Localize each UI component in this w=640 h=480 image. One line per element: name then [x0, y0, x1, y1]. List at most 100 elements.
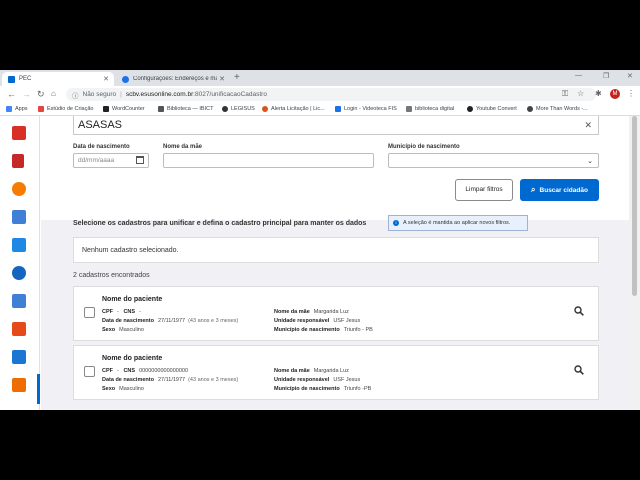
- bookmark-legisus[interactable]: LEGISUS: [222, 106, 255, 112]
- bookmark-icon: [467, 106, 473, 112]
- key-icon[interactable]: ⚿: [562, 89, 568, 99]
- info-text: A seleção é mantida ao aplicar novos fil…: [403, 220, 511, 226]
- mother-name-field[interactable]: [163, 153, 374, 168]
- selected-records-box: Nenhum cadastro selecionado.: [73, 237, 599, 263]
- menu-icon[interactable]: ⋮: [627, 89, 635, 98]
- search-icon: ⌕: [531, 185, 536, 194]
- profile-nav-icon[interactable]: [12, 266, 26, 280]
- bookmark-videoteca[interactable]: Login - Videoteca FIS: [335, 106, 397, 112]
- patient-name: Nome do paciente: [102, 355, 163, 362]
- document-nav-icon[interactable]: [12, 154, 24, 168]
- tab-label: Configurações: Endereços e mais: [133, 76, 217, 82]
- empty-selection-text: Nenhum cadastro selecionado.: [82, 247, 179, 254]
- results-count: 2 cadastros encontrados: [73, 272, 150, 279]
- scrollbar-thumb[interactable]: [632, 116, 637, 296]
- settings-nav-icon[interactable]: [12, 238, 26, 252]
- avatar[interactable]: M: [610, 89, 620, 99]
- bookmark-wordcounter[interactable]: WordCounter: [103, 106, 145, 112]
- bookmark-icon: [262, 106, 268, 112]
- chevron-down-icon[interactable]: ⌄: [587, 155, 593, 168]
- bookmark-apps[interactable]: Apps: [6, 106, 28, 112]
- name-search-input[interactable]: ASASAS ✕: [73, 116, 599, 135]
- bookmarks-bar: Apps Estúdio de Criação WordCounter Bibl…: [0, 103, 640, 116]
- bookmark-estudio[interactable]: Estúdio de Criação: [38, 106, 93, 112]
- birth-date-placeholder: dd/mm/aaaa: [78, 157, 115, 164]
- name-search-value: ASASAS: [78, 119, 123, 131]
- home-icon[interactable]: ⌂: [51, 89, 56, 98]
- bookmark-morethanwords[interactable]: More Than Words -...: [527, 106, 588, 112]
- close-icon[interactable]: ✕: [584, 116, 592, 134]
- chart-nav-icon[interactable]: [12, 322, 26, 336]
- settings-favicon-icon: [122, 75, 129, 83]
- tab-configuracoes[interactable]: Configurações: Endereços e mais ✕: [116, 72, 230, 86]
- navigation-bar: ← → ↻ ⌂ ⓘ Não seguro | scbv.esusonline.c…: [0, 86, 640, 103]
- people-nav-icon[interactable]: [12, 350, 26, 364]
- url-path: :8027/unificacaoCadastro: [193, 91, 267, 98]
- bookmark-icon: [527, 106, 533, 112]
- city-line: Município de nascimento Triunfo -PB: [274, 386, 372, 392]
- result-card[interactable]: Nome do paciente CPF - CNS 000000000000000…: [73, 345, 599, 400]
- select-checkbox[interactable]: [84, 366, 95, 377]
- apps-icon: [6, 106, 12, 112]
- search-icon[interactable]: [574, 306, 584, 316]
- birthplace-select[interactable]: ⌄: [388, 153, 599, 168]
- close-icon[interactable]: ✕: [103, 75, 109, 83]
- close-icon[interactable]: ✕: [219, 75, 225, 83]
- merge-nav-icon[interactable]: [12, 378, 26, 392]
- maximize-icon[interactable]: ❐: [603, 72, 609, 80]
- tab-pec[interactable]: PEC ✕: [2, 72, 114, 86]
- bookmark-ibict[interactable]: Biblioteca — IBICT: [158, 106, 213, 112]
- calendar-icon[interactable]: [136, 156, 144, 164]
- select-checkbox[interactable]: [84, 307, 95, 318]
- mother-name-label: Nome da mãe: [163, 144, 203, 150]
- unit-line: Unidade responsável USF Jesus: [274, 318, 361, 324]
- birth-date-field[interactable]: dd/mm/aaaa: [73, 153, 149, 168]
- bookmark-icon: [406, 106, 412, 112]
- user-nav-icon[interactable]: [12, 182, 26, 196]
- report-nav-icon[interactable]: [12, 294, 26, 308]
- mother-line: Nome da mãe Margarida Luz: [274, 368, 349, 374]
- reload-icon[interactable]: ↻: [37, 89, 45, 100]
- pec-favicon-icon: [8, 75, 15, 83]
- birthplace-label: Município de nascimento: [388, 144, 460, 150]
- patient-name: Nome do paciente: [102, 296, 163, 303]
- info-icon[interactable]: ⓘ: [72, 90, 79, 100]
- extensions-icon[interactable]: ✱: [595, 89, 602, 98]
- main-content: ASASAS ✕ Data de nascimento dd/mm/aaaa N…: [41, 116, 629, 410]
- bookmark-alerta[interactable]: Alerta Licitação | Lic...: [262, 106, 325, 112]
- info-icon: i: [393, 220, 399, 226]
- forward-icon[interactable]: →: [22, 89, 31, 99]
- new-tab-icon[interactable]: +: [234, 72, 240, 83]
- bookmark-youtube[interactable]: Youtube Convert: [467, 106, 517, 112]
- calendar-nav-icon[interactable]: [12, 126, 26, 140]
- sex-line: Sexo Masculino: [102, 327, 144, 333]
- side-navigation: [0, 116, 40, 410]
- security-label: Não seguro: [82, 91, 117, 98]
- city-line: Município de nascimento Triunfo - PB: [274, 327, 373, 333]
- search-button-label: Buscar cidadão: [539, 186, 588, 194]
- tab-strip: PEC ✕ Configurações: Endereços e mais ✕ …: [0, 70, 640, 86]
- search-icon[interactable]: [574, 365, 584, 375]
- back-icon[interactable]: ←: [7, 89, 16, 99]
- star-icon[interactable]: ☆: [577, 89, 584, 98]
- cpf-cns-line: CPF - CNS 0000000000000000: [102, 368, 189, 374]
- search-citizen-button[interactable]: ⌕ Buscar cidadão: [520, 179, 599, 201]
- info-notice: i A seleção é mantida ao aplicar novos f…: [388, 215, 528, 231]
- minimize-icon[interactable]: —: [575, 72, 582, 79]
- selection-title: Selecione os cadastros para unificar e d…: [73, 220, 367, 227]
- url-host: scbv.esusonline.com.br: [125, 91, 194, 98]
- result-card[interactable]: Nome do paciente CPF - CNS - Data de nasci…: [73, 286, 599, 341]
- filter-panel: ASASAS ✕ Data de nascimento dd/mm/aaaa N…: [41, 116, 629, 220]
- close-window-icon[interactable]: ✕: [627, 72, 633, 80]
- clear-filters-button[interactable]: Limpar filtros: [455, 179, 513, 201]
- nav-selection-indicator: [37, 374, 40, 404]
- bookmark-biblioteca[interactable]: biblioteca digital: [406, 106, 454, 112]
- tab-label: PEC: [19, 76, 32, 82]
- scrollbar[interactable]: [629, 116, 640, 410]
- list-nav-icon[interactable]: [12, 210, 26, 224]
- divider: |: [120, 91, 122, 98]
- birth-line: Data de nascimento 27/11/1977 (43 anos e 3…: [102, 377, 239, 383]
- browser-window: PEC ✕ Configurações: Endereços e mais ✕ …: [0, 70, 640, 410]
- birth-date-label: Data de nascimento: [73, 144, 130, 150]
- address-bar[interactable]: ⓘ Não seguro | scbv.esusonline.com.br :8…: [66, 88, 596, 101]
